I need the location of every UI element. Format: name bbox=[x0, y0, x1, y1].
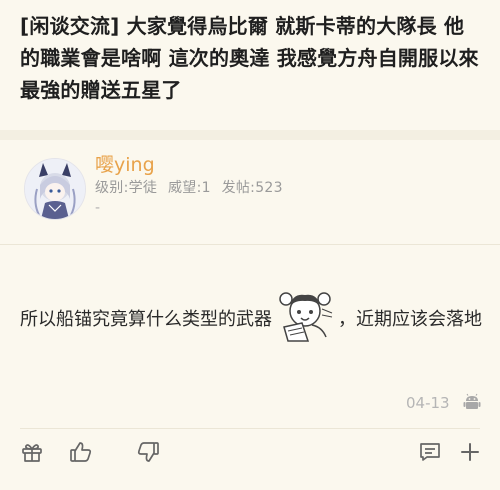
post-text-part-1: 所以船锚究竟算什么类型的武器 bbox=[20, 309, 272, 330]
comment-icon[interactable] bbox=[418, 440, 442, 464]
user-post-count: 发帖:523 bbox=[221, 180, 283, 196]
post-header: 嘤ying 级别:学徒 威望:1 发帖:523 - bbox=[0, 140, 500, 245]
avatar-illustration bbox=[25, 159, 85, 219]
footer-divider bbox=[20, 428, 480, 429]
plus-icon[interactable] bbox=[458, 440, 482, 464]
username[interactable]: 嘤ying bbox=[95, 150, 155, 177]
thumbs-down-icon[interactable] bbox=[136, 440, 160, 464]
section-divider bbox=[0, 130, 500, 140]
thumbs-up-icon[interactable] bbox=[69, 440, 93, 464]
thread-title: [闲谈交流] 大家覺得烏比爾 就斯卡蒂的大隊長 他的職業會是啥啊 這次的奧達 我… bbox=[20, 14, 479, 102]
header-divider bbox=[0, 244, 500, 245]
gift-icon[interactable] bbox=[20, 440, 44, 464]
user-prestige: 威望:1 bbox=[167, 180, 211, 196]
avatar[interactable] bbox=[24, 158, 86, 220]
user-level: 级别:学徒 bbox=[95, 180, 158, 196]
user-stats: 级别:学徒 威望:1 发帖:523 bbox=[95, 177, 289, 197]
user-signature: - bbox=[95, 200, 101, 216]
sticker-image bbox=[274, 287, 336, 343]
post-time: 04-13 bbox=[406, 394, 450, 412]
post-content: 所以船锚究竟算什么类型的武器 ，近期应该会落地 bbox=[20, 287, 490, 343]
post-text-part-2: ，近期应该会落地 bbox=[338, 309, 482, 330]
android-icon bbox=[463, 393, 481, 411]
